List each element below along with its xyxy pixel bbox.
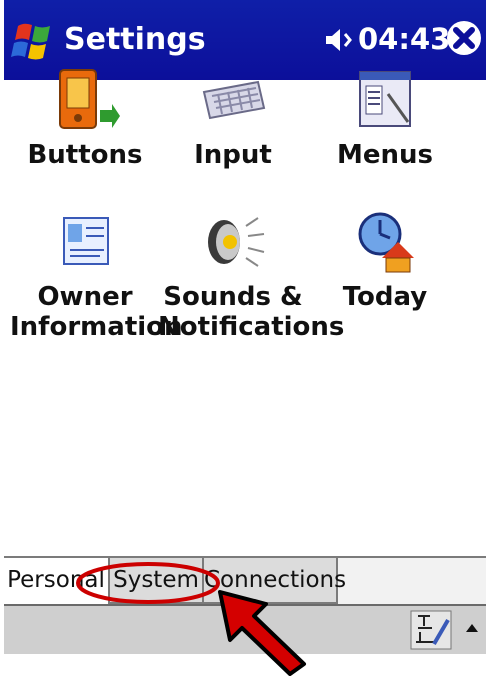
app-owner-information[interactable]: Owner Information	[10, 206, 183, 342]
today-clock-house-icon	[358, 212, 414, 273]
app-menus[interactable]: Menus	[310, 64, 460, 170]
app-buttons[interactable]: Buttons	[10, 64, 160, 170]
speaker-sound-icon	[208, 217, 265, 267]
owner-card-icon	[63, 217, 109, 265]
app-label: Input	[194, 140, 272, 170]
app-label: Today	[342, 282, 428, 312]
keyboard-icon	[202, 80, 266, 120]
windows-start-icon[interactable]	[10, 18, 58, 64]
buttons-icon	[59, 69, 120, 129]
input-method-icon[interactable]	[410, 610, 452, 650]
app-sounds-notifications[interactable]: Sounds & Notifications	[158, 206, 345, 342]
app-label: Buttons	[27, 140, 143, 170]
menus-icon	[359, 71, 411, 127]
app-today[interactable]: Today	[310, 206, 460, 312]
window-title: Settings	[64, 22, 206, 57]
annotation-ellipse	[76, 562, 220, 604]
close-icon[interactable]	[444, 18, 484, 58]
annotation-arrow-icon	[218, 590, 306, 676]
app-input[interactable]: Input	[158, 64, 308, 170]
clock[interactable]: 04:43	[358, 22, 450, 56]
speaker-icon[interactable]	[324, 26, 356, 54]
app-label: Menus	[336, 140, 433, 170]
app-label: Owner Information	[10, 282, 183, 342]
input-panel-arrow-icon[interactable]	[464, 620, 480, 636]
app-label: Sounds & Notifications	[158, 282, 345, 342]
